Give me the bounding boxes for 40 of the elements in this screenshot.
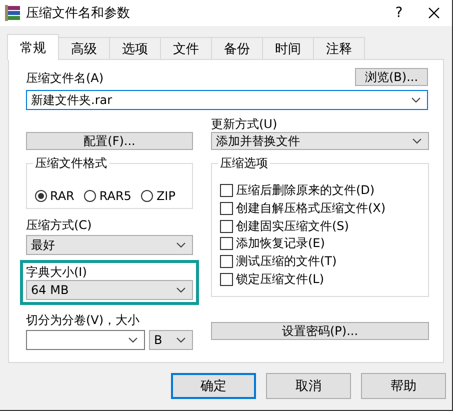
group-title: 压缩文件格式 (33, 156, 109, 170)
help-button[interactable]: ? (384, 5, 414, 21)
chevron-down-icon (176, 242, 186, 248)
dictionary-size-dropdown[interactable]: 64 MB (26, 280, 193, 300)
compression-method-dropdown[interactable]: 最好 (26, 235, 193, 255)
field-label: 字典大小(I) (26, 264, 88, 280)
checkbox-option[interactable]: 创建自解压格式压缩文件(X) (220, 200, 428, 218)
checkbox-option[interactable]: 压缩后删除原来的文件(D) (220, 182, 428, 200)
chevron-down-icon (412, 138, 422, 144)
checkbox-option[interactable]: 测试压缩的文件(T) (220, 252, 428, 270)
close-icon[interactable] (428, 7, 440, 19)
radio-option[interactable]: RAR5 (84, 184, 132, 208)
set-password-button[interactable]: 设置密码(P)... (211, 322, 429, 340)
chevron-down-icon (176, 337, 186, 343)
field-label: 压缩方式(C) (26, 217, 93, 233)
chevron-down-icon (128, 337, 138, 343)
browse-button[interactable]: 浏览(B)... (355, 68, 428, 86)
group-title: 压缩选项 (218, 156, 270, 170)
tab[interactable]: 注释 (313, 37, 365, 59)
chevron-down-icon (411, 97, 421, 103)
checkbox-option[interactable]: 创建固实压缩文件(S) (220, 217, 428, 236)
dialog-button[interactable]: 帮助 (361, 373, 446, 399)
radio-option[interactable]: ZIP (141, 184, 176, 208)
field-label: 更新方式(U) (211, 116, 278, 132)
checkbox-option[interactable]: 锁定压缩文件(L) (220, 270, 428, 288)
archive-name-field[interactable]: 新建文件夹.rar (26, 90, 428, 110)
dialog-button[interactable]: 确定 (171, 373, 256, 399)
dialog-button[interactable]: 取消 (266, 373, 351, 399)
field-label: 切分为分卷(V)，大小 (26, 312, 141, 328)
update-mode-dropdown[interactable]: 添加并替换文件 (211, 132, 429, 150)
chevron-down-icon (176, 287, 186, 293)
tab[interactable]: 常规 (7, 34, 59, 60)
field-label: 压缩文件名(A) (26, 70, 104, 86)
radio-option[interactable]: RAR (35, 184, 74, 208)
checkbox-option[interactable]: 添加恢复记录(E) (220, 235, 428, 253)
volume-size-field[interactable] (26, 330, 145, 350)
window-title: 压缩文件名和参数 (26, 5, 131, 22)
unit-dropdown[interactable]: B (149, 330, 193, 350)
books-icon (4, 4, 22, 22)
profiles-button[interactable]: 配置(F)... (26, 132, 193, 150)
